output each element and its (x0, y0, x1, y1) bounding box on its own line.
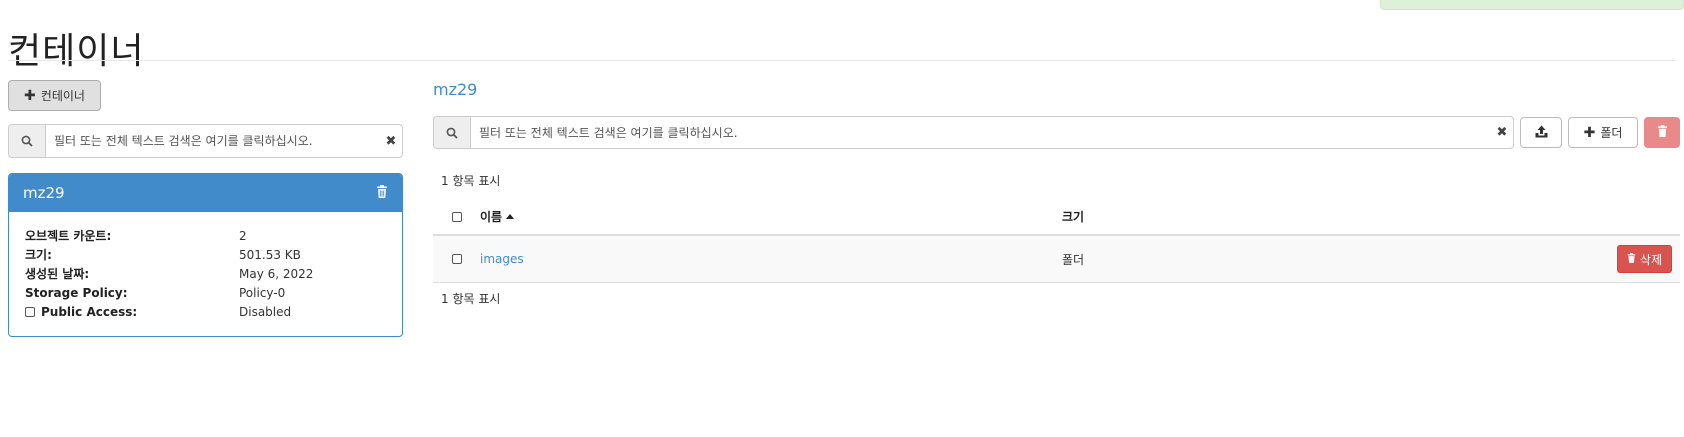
plus-icon: ✚ (1583, 124, 1596, 141)
container-properties: 오브젝트 카운트: 2 크기: 501.53 KB 생성된 날짜: May 6,… (9, 212, 402, 335)
object-search-input[interactable] (471, 117, 1491, 148)
page-title: 컨테이너 (8, 31, 145, 73)
clear-icon[interactable]: ✖ (380, 125, 402, 157)
delete-label: 삭제 (1639, 252, 1662, 267)
container-panel: mz29 오브젝트 카운트: 2 크기: 501.53 KB 생성된 날짜: M… (8, 173, 403, 337)
container-search-input[interactable] (46, 125, 380, 157)
property-key: 오브젝트 카운트: (25, 229, 112, 243)
folder-link[interactable]: images (480, 252, 524, 266)
property-row: Storage Policy: Policy-0 (25, 283, 386, 302)
name-header-label: 이름 (480, 210, 503, 224)
sort-ascending-icon (506, 214, 515, 219)
trash-icon (1657, 125, 1668, 140)
item-size: 폴더 (1062, 252, 1085, 267)
add-container-button[interactable]: ✚ 컨테이너 (8, 80, 101, 111)
property-value: 501.53 KB (239, 247, 301, 262)
breadcrumb[interactable]: mz29 (433, 80, 477, 99)
trash-icon (1627, 252, 1636, 266)
delete-button[interactable]: 삭제 (1616, 245, 1672, 273)
select-all-checkbox[interactable] (451, 211, 462, 222)
property-row: 크기: 501.53 KB (25, 245, 386, 264)
trash-icon[interactable] (376, 184, 388, 202)
add-container-label: 컨테이너 (40, 89, 85, 103)
add-folder-button[interactable]: ✚ 폴더 (1568, 117, 1638, 148)
property-row: Public Access: Disabled (25, 302, 386, 321)
container-name: mz29 (23, 184, 65, 202)
name-column-header[interactable]: 이름 (480, 208, 1062, 225)
item-count-footer: 1 항목 표시 (441, 292, 501, 306)
property-value: May 6, 2022 (239, 266, 314, 281)
property-value: Policy-0 (239, 285, 286, 300)
public-access-key: Public Access: (25, 305, 239, 319)
divider (8, 60, 1676, 61)
object-search: ✖ (433, 116, 1514, 149)
status-alert (1380, 0, 1684, 10)
property-value: 2 (239, 228, 247, 243)
property-row: 오브젝트 카운트: 2 (25, 226, 386, 245)
delete-selected-button[interactable] (1644, 117, 1680, 148)
clear-icon[interactable]: ✖ (1491, 117, 1513, 148)
add-folder-label: 폴더 (1600, 126, 1623, 140)
table-header: 이름 크기 (433, 199, 1680, 236)
public-access-checkbox[interactable] (25, 306, 35, 317)
container-search: ✖ (8, 124, 403, 158)
property-row: 생성된 날짜: May 6, 2022 (25, 264, 386, 283)
property-key: Storage Policy: (25, 285, 128, 300)
property-value: Disabled (239, 304, 292, 319)
table-row: images 폴더 삭제 (433, 236, 1680, 283)
row-checkbox[interactable] (451, 254, 462, 264)
object-table: 이름 크기 images 폴더 삭제 (433, 199, 1680, 283)
upload-button[interactable] (1520, 117, 1562, 148)
property-key-text: Public Access: (41, 304, 138, 319)
upload-icon (1535, 125, 1548, 141)
plus-icon: ✚ (24, 87, 36, 104)
property-key: 크기: (25, 248, 52, 262)
size-column-header: 크기 (1062, 210, 1085, 224)
item-count: 1 항목 표시 (441, 174, 501, 188)
search-icon (9, 125, 46, 157)
container-panel-header[interactable]: mz29 (9, 174, 402, 212)
search-icon (434, 117, 471, 148)
property-key: 생성된 날짜: (25, 267, 90, 281)
